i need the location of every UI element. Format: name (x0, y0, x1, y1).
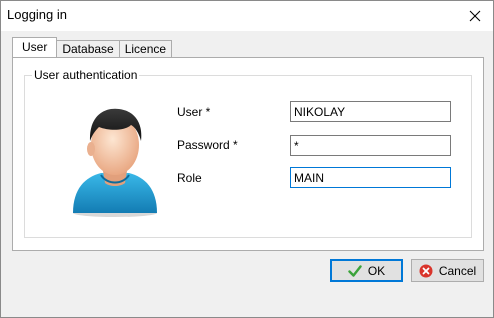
tab-strip: User Database Licence (12, 37, 173, 57)
cancel-button[interactable]: Cancel (411, 259, 484, 282)
close-icon (469, 10, 481, 22)
ok-button[interactable]: OK (330, 259, 403, 282)
title-bar: Logging in (1, 1, 493, 31)
cancel-icon (419, 264, 433, 277)
password-label: Password * (177, 138, 238, 152)
user-tab-panel: User authentication User * NIKOLAY Passw… (12, 57, 484, 251)
group-label: User authentication (32, 68, 140, 82)
cancel-button-label: Cancel (438, 263, 477, 278)
login-dialog: Logging in User Database Licence User au… (0, 0, 494, 318)
ok-button-label: OK (367, 263, 386, 278)
user-label: User * (177, 105, 211, 119)
password-input[interactable] (290, 135, 451, 156)
tab-user[interactable]: User (12, 37, 58, 57)
user-avatar-icon (73, 108, 157, 217)
tab-licence[interactable]: Licence (118, 40, 173, 57)
user-authentication-group: User authentication User * NIKOLAY Passw… (24, 68, 472, 238)
tab-database[interactable]: Database (56, 40, 120, 57)
close-button[interactable] (461, 3, 489, 29)
role-input[interactable] (290, 167, 451, 188)
role-label: Role (177, 171, 202, 185)
user-input[interactable] (290, 101, 451, 122)
checkmark-icon (348, 264, 362, 277)
window-title: Logging in (7, 7, 67, 22)
